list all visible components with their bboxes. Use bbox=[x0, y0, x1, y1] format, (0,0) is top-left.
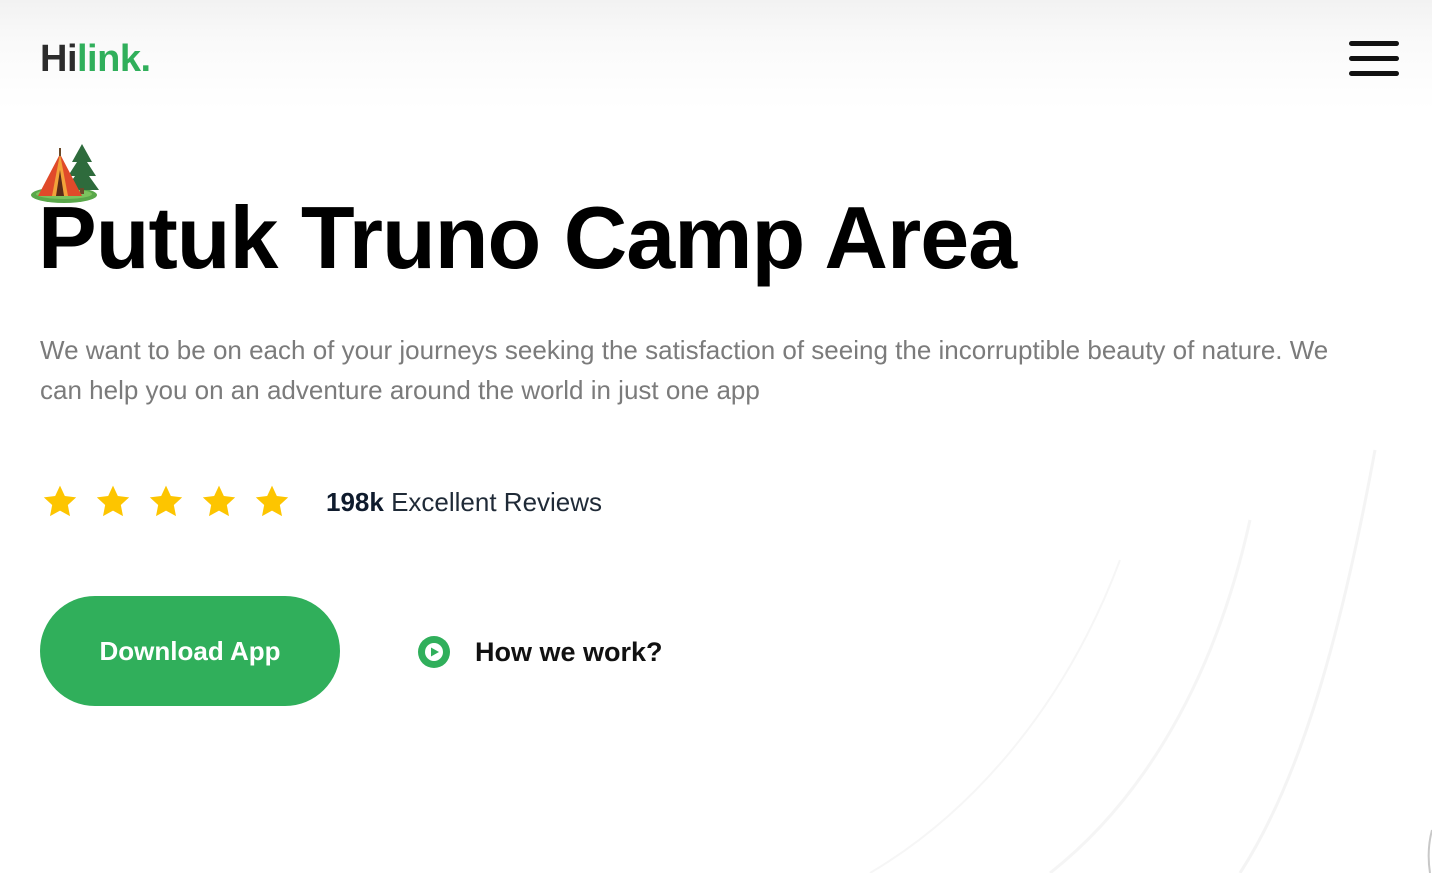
download-app-button[interactable]: Download App bbox=[40, 596, 340, 706]
page-title: Putuk Truno Camp Area bbox=[38, 188, 1017, 287]
star-icon bbox=[96, 485, 130, 517]
star-icon bbox=[255, 485, 289, 517]
logo-text: Hi bbox=[40, 38, 78, 80]
hamburger-menu-icon-line bbox=[1349, 56, 1399, 61]
reviews-summary: 198k Excellent Reviews bbox=[326, 485, 602, 519]
play-circle-icon bbox=[418, 636, 450, 668]
hamburger-menu-icon-line bbox=[1349, 71, 1399, 76]
page: Hilink. Putuk Truno Camp Area We want to… bbox=[0, 0, 1432, 873]
how-we-work-label: How we work? bbox=[475, 637, 663, 667]
star-icon bbox=[202, 485, 236, 517]
reviews-label: Excellent Reviews bbox=[383, 487, 603, 517]
reviews-count: 198k bbox=[326, 487, 384, 517]
star-icon bbox=[43, 485, 77, 517]
logo-accent-text: link. bbox=[77, 38, 151, 80]
hamburger-menu-icon-line bbox=[1349, 41, 1399, 46]
star-icon bbox=[149, 485, 183, 517]
brand-logo[interactable]: Hilink. bbox=[40, 36, 151, 82]
menu-button[interactable] bbox=[1346, 38, 1402, 80]
background-decoration bbox=[869, 449, 1432, 873]
hero-description: We want to be on each of your journeys s… bbox=[40, 335, 1329, 405]
